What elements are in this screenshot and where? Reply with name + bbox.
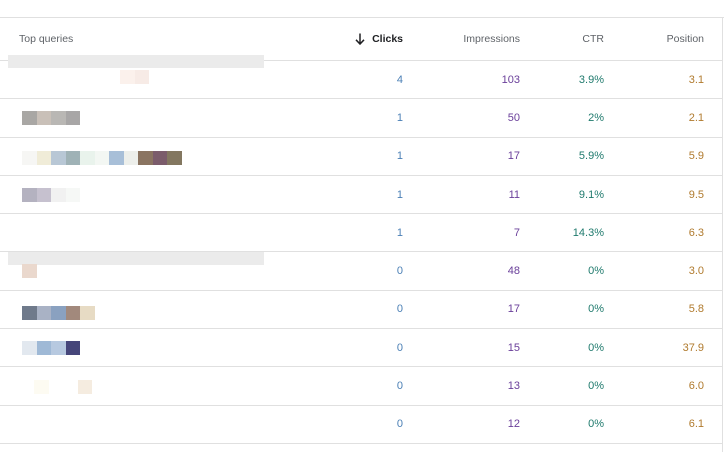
- clicks-cell: 0: [396, 303, 403, 316]
- table-row[interactable]: 1 7 14.3% 6.3: [0, 214, 722, 266]
- query-cell-redacted: [0, 99, 265, 136]
- table-row[interactable]: 0 48 0% 3.0: [0, 252, 722, 291]
- header-ctr[interactable]: CTR: [534, 18, 604, 60]
- ctr-cell: 3.9%: [578, 73, 604, 86]
- table-row[interactable]: 0 17 0% 5.8: [0, 291, 722, 330]
- right-divider: [722, 17, 723, 452]
- impressions-cell: 17: [507, 303, 520, 316]
- position-cell: 37.9: [682, 341, 704, 354]
- impressions-cell: 11: [508, 188, 520, 201]
- impressions-cell: 7: [513, 226, 520, 239]
- table-row[interactable]: 1 11 9.1% 9.5: [0, 176, 722, 215]
- position-cell: 6.3: [688, 226, 704, 239]
- query-cell-redacted: [0, 291, 265, 328]
- position-cell: 6.0: [688, 380, 704, 393]
- top-queries-table: Top queries Clicks Impressions CTR Posit…: [0, 18, 722, 444]
- position-cell: 3.0: [688, 265, 704, 278]
- ctr-cell: 9.1%: [578, 188, 604, 201]
- clicks-cell: 0: [396, 380, 403, 393]
- impressions-cell: 17: [507, 150, 520, 163]
- table-row[interactable]: 1 50 2% 2.1: [0, 99, 722, 138]
- query-cell-redacted: [0, 406, 265, 443]
- header-top-queries[interactable]: Top queries: [19, 18, 269, 60]
- header-position[interactable]: Position: [624, 18, 704, 60]
- clicks-cell: 0: [396, 265, 403, 278]
- query-cell-redacted: [0, 367, 265, 404]
- position-cell: 5.9: [688, 150, 704, 163]
- clicks-cell: 1: [396, 188, 403, 201]
- ctr-cell: 0%: [588, 418, 604, 431]
- impressions-cell: 15: [507, 341, 520, 354]
- query-cell-redacted: [0, 329, 265, 366]
- impressions-cell: 48: [507, 265, 520, 278]
- header-clicks-label: Clicks: [372, 33, 403, 45]
- ctr-cell: 2%: [588, 111, 604, 124]
- header-impressions[interactable]: Impressions: [430, 18, 520, 60]
- ctr-cell: 0%: [588, 380, 604, 393]
- query-cell-redacted: [0, 176, 265, 213]
- clicks-cell: 0: [396, 418, 403, 431]
- table-row[interactable]: 1 17 5.9% 5.9: [0, 138, 722, 176]
- query-cell-redacted: [0, 55, 265, 98]
- header-clicks[interactable]: Clicks: [323, 18, 403, 60]
- query-cell-redacted: [0, 138, 265, 175]
- arrow-down-icon: [355, 33, 365, 45]
- impressions-cell: 103: [501, 73, 520, 86]
- clicks-cell: 0: [396, 341, 403, 354]
- position-cell: 2.1: [688, 111, 704, 124]
- position-cell: 6.1: [688, 418, 704, 431]
- ctr-cell: 5.9%: [578, 150, 604, 163]
- position-cell: 9.5: [688, 188, 704, 201]
- impressions-cell: 12: [507, 418, 520, 431]
- table-row[interactable]: 4 103 3.9% 3.1: [0, 55, 722, 100]
- position-cell: 3.1: [688, 73, 704, 86]
- ctr-cell: 0%: [588, 303, 604, 316]
- ctr-cell: 14.3%: [572, 226, 604, 239]
- clicks-cell: 4: [396, 73, 403, 86]
- table-row[interactable]: 0 15 0% 37.9: [0, 329, 722, 368]
- query-cell-redacted: [0, 252, 265, 289]
- ctr-cell: 0%: [588, 341, 604, 354]
- position-cell: 5.8: [688, 303, 704, 316]
- clicks-cell: 1: [396, 111, 403, 124]
- table-row[interactable]: 0 12 0% 6.1: [0, 406, 722, 444]
- table-body: 4 103 3.9% 3.1 1 50 2% 2.1 1 17 5.9% 5.9 1 11 9.1% 9.5 1…: [0, 55, 722, 444]
- impressions-cell: 13: [507, 380, 520, 393]
- table-row[interactable]: 0 13 0% 6.0: [0, 367, 722, 406]
- query-cell-redacted: [0, 214, 265, 266]
- impressions-cell: 50: [507, 111, 520, 124]
- ctr-cell: 0%: [588, 265, 604, 278]
- clicks-cell: 1: [396, 150, 403, 163]
- clicks-cell: 1: [396, 226, 403, 239]
